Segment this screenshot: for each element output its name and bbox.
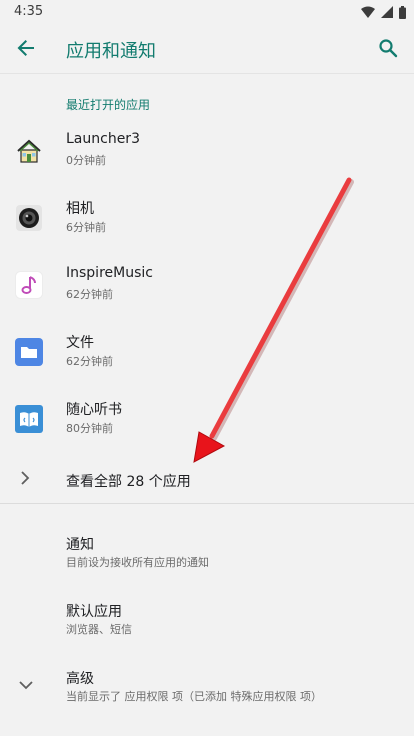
setting-advanced[interactable]: 高级 当前显示了 应用权限 项（已添加 特殊应用权限 项） xyxy=(0,660,414,720)
app-bar: 应用和通知 xyxy=(0,24,414,74)
see-all-apps-label: 查看全部 28 个应用 xyxy=(66,474,191,490)
app-name: 文件 xyxy=(66,335,94,351)
setting-summary: 浏览器、短信 xyxy=(66,623,132,636)
chevron-down-icon xyxy=(19,681,33,690)
app-name: Launcher3 xyxy=(66,131,140,147)
music-note-icon xyxy=(15,271,43,299)
launcher-home-icon xyxy=(17,139,41,163)
app-row-inspiremusic[interactable]: InspireMusic 62分钟前 xyxy=(0,254,414,320)
setting-title: 默认应用 xyxy=(66,604,122,620)
setting-title: 高级 xyxy=(66,671,94,687)
app-row-audiobook[interactable]: 随心听书 80分钟前 xyxy=(0,388,414,454)
app-last-used: 6分钟前 xyxy=(66,221,106,234)
folder-icon xyxy=(15,338,43,366)
recent-apps-header: 最近打开的应用 xyxy=(66,98,151,112)
app-name: 随心听书 xyxy=(66,402,122,418)
status-bar: 4:35 xyxy=(0,0,414,24)
search-button[interactable] xyxy=(374,34,402,62)
see-all-apps-row[interactable]: 查看全部 28 个应用 xyxy=(0,458,414,500)
setting-default-apps[interactable]: 默认应用 浏览器、短信 xyxy=(0,593,414,653)
setting-title: 通知 xyxy=(66,537,94,553)
app-row-camera[interactable]: 相机 6分钟前 xyxy=(0,187,414,253)
signal-icon xyxy=(381,6,393,18)
setting-notifications[interactable]: 通知 目前设为接收所有应用的通知 xyxy=(0,526,414,586)
app-last-used: 62分钟前 xyxy=(66,288,113,301)
search-icon xyxy=(379,39,398,58)
app-last-used: 62分钟前 xyxy=(66,355,113,368)
page-title: 应用和通知 xyxy=(66,41,156,62)
arrow-back-icon xyxy=(17,40,34,56)
app-row-launcher3[interactable]: Launcher3 0分钟前 xyxy=(0,120,414,186)
status-time: 4:35 xyxy=(14,4,44,19)
audiobook-icon xyxy=(15,405,43,433)
app-name: InspireMusic xyxy=(66,265,153,281)
battery-icon xyxy=(399,5,406,19)
app-last-used: 0分钟前 xyxy=(66,154,106,167)
app-row-files[interactable]: 文件 62分钟前 xyxy=(0,321,414,387)
app-name: 相机 xyxy=(66,201,94,217)
app-last-used: 80分钟前 xyxy=(66,422,113,435)
chevron-right-icon xyxy=(21,471,30,485)
camera-icon xyxy=(16,205,42,231)
divider xyxy=(0,503,414,504)
setting-summary: 当前显示了 应用权限 项（已添加 特殊应用权限 项） xyxy=(66,690,322,703)
wifi-icon xyxy=(361,6,375,18)
setting-summary: 目前设为接收所有应用的通知 xyxy=(66,556,209,569)
status-icons xyxy=(361,4,406,20)
back-button[interactable] xyxy=(12,34,40,62)
